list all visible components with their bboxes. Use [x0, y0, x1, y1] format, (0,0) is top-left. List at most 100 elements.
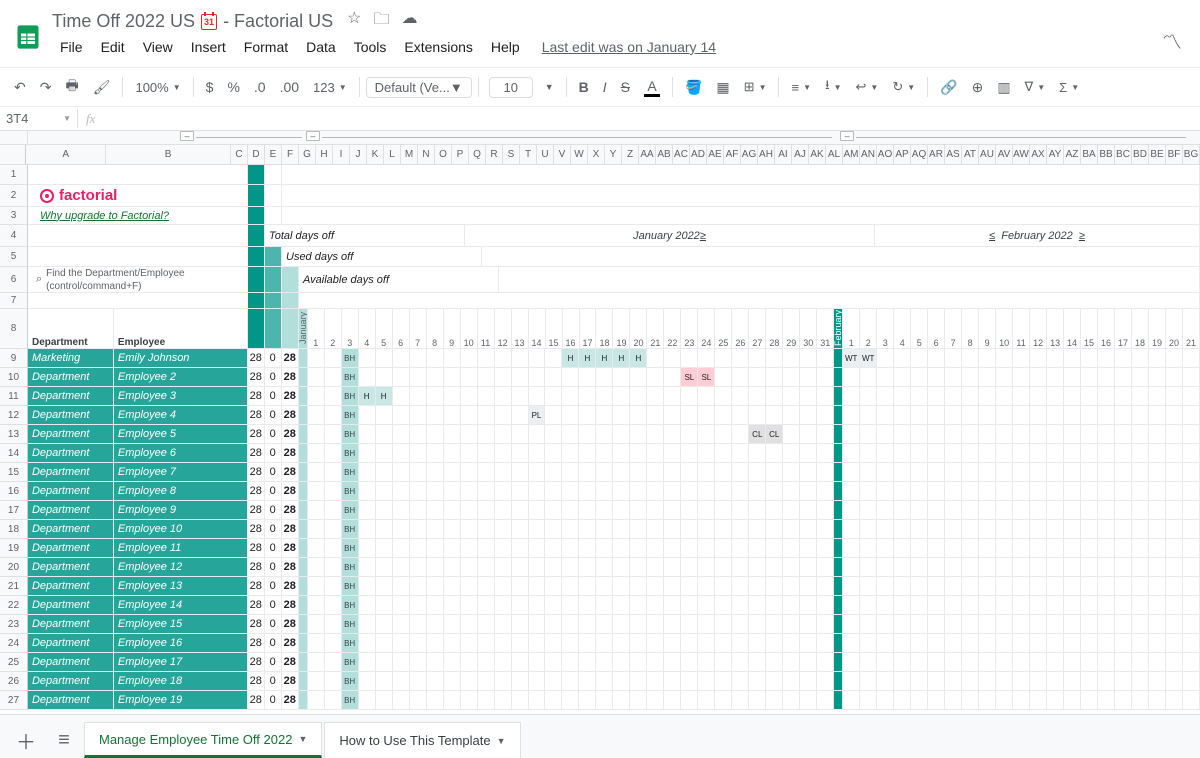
dept-cell[interactable]: Department — [28, 577, 114, 596]
col-BE[interactable]: BE — [1149, 145, 1166, 164]
col-Q[interactable]: Q — [469, 145, 486, 164]
row-header[interactable]: 8 — [0, 309, 28, 349]
col-P[interactable]: P — [452, 145, 469, 164]
italic-button[interactable]: I — [597, 75, 613, 99]
col-AU[interactable]: AU — [979, 145, 996, 164]
formula-input[interactable] — [103, 107, 1200, 130]
col-I[interactable]: I — [333, 145, 350, 164]
col-J[interactable]: J — [350, 145, 367, 164]
dept-cell[interactable]: Department — [28, 406, 114, 425]
dept-cell[interactable]: Department — [28, 539, 114, 558]
dept-cell[interactable]: Department — [28, 672, 114, 691]
month-february-nav[interactable]: ≤ February 2022 ≥ — [875, 225, 1200, 247]
col-C[interactable]: C — [231, 145, 248, 164]
spreadsheet-grid[interactable]: – – – A B CDEFGHIJKLMNOPQRSTUVWXYZAAABAC… — [0, 131, 1200, 731]
row-header[interactable]: 7 — [0, 293, 28, 309]
functions-button[interactable]: Σ▼ — [1053, 76, 1085, 99]
employee-cell[interactable]: Employee 12 — [114, 558, 248, 577]
dept-cell[interactable]: Department — [28, 691, 114, 710]
row-header[interactable]: 10 — [0, 368, 28, 387]
col-AI[interactable]: AI — [775, 145, 792, 164]
menu-extensions[interactable]: Extensions — [396, 35, 480, 59]
col-R[interactable]: R — [486, 145, 503, 164]
comment-button[interactable]: ⊕ — [966, 75, 990, 100]
col-AA[interactable]: AA — [639, 145, 656, 164]
employee-cell[interactable]: Employee 13 — [114, 577, 248, 596]
group-toggle-2[interactable]: – — [306, 131, 320, 141]
col-F[interactable]: F — [282, 145, 299, 164]
col-AD[interactable]: AD — [690, 145, 707, 164]
col-A[interactable]: A — [26, 145, 106, 164]
redo-button[interactable]: ↷ — [34, 75, 58, 100]
col-AL[interactable]: AL — [826, 145, 843, 164]
col-BG[interactable]: BG — [1183, 145, 1200, 164]
col-AN[interactable]: AN — [860, 145, 877, 164]
merge-button[interactable]: ⊞▼ — [738, 75, 773, 99]
row-header[interactable]: 24 — [0, 634, 28, 653]
employee-cell[interactable]: Employee 8 — [114, 482, 248, 501]
dept-cell[interactable]: Department — [28, 425, 114, 444]
add-sheet-button[interactable]: ＋ — [8, 722, 44, 758]
row-header[interactable]: 1 — [0, 165, 28, 185]
row-header[interactable]: 11 — [0, 387, 28, 406]
employee-cell[interactable]: Employee 2 — [114, 368, 248, 387]
row-header[interactable]: 13 — [0, 425, 28, 444]
col-AM[interactable]: AM — [843, 145, 860, 164]
strike-button[interactable]: S — [615, 75, 636, 99]
row-header[interactable]: 20 — [0, 558, 28, 577]
doc-title[interactable]: Time Off 2022 US — [52, 11, 195, 32]
name-box[interactable]: 3T4▼ — [0, 109, 78, 128]
col-B[interactable]: B — [106, 145, 231, 164]
row-header[interactable]: 3 — [0, 207, 28, 225]
col-Y[interactable]: Y — [605, 145, 622, 164]
col-N[interactable]: N — [418, 145, 435, 164]
col-U[interactable]: U — [537, 145, 554, 164]
v-align-button[interactable]: ⭳▼ — [819, 72, 847, 102]
col-AK[interactable]: AK — [809, 145, 826, 164]
row-header[interactable]: 25 — [0, 653, 28, 672]
menu-help[interactable]: Help — [483, 35, 528, 59]
col-D[interactable]: D — [248, 145, 265, 164]
dept-cell[interactable]: Department — [28, 653, 114, 672]
employee-cell[interactable]: Employee 3 — [114, 387, 248, 406]
menu-insert[interactable]: Insert — [183, 35, 234, 59]
employee-cell[interactable]: Employee 15 — [114, 615, 248, 634]
zoom-dropdown[interactable]: 100%▼ — [129, 76, 186, 99]
dept-cell[interactable]: Department — [28, 615, 114, 634]
col-T[interactable]: T — [520, 145, 537, 164]
col-M[interactable]: M — [401, 145, 418, 164]
group-toggle-3[interactable]: – — [840, 131, 854, 141]
col-H[interactable]: H — [316, 145, 333, 164]
last-edit-link[interactable]: Last edit was on January 14 — [542, 39, 716, 55]
col-BD[interactable]: BD — [1132, 145, 1149, 164]
group-toggle-1[interactable]: – — [180, 131, 194, 141]
link-button[interactable]: 🔗 — [934, 75, 963, 100]
col-X[interactable]: X — [588, 145, 605, 164]
row-header[interactable]: 19 — [0, 539, 28, 558]
col-E[interactable]: E — [265, 145, 282, 164]
employee-cell[interactable]: Employee 10 — [114, 520, 248, 539]
explore-trend-icon[interactable]: 〽 — [1162, 26, 1182, 55]
paint-format-button[interactable]: 🖌 — [87, 75, 117, 100]
menu-edit[interactable]: Edit — [93, 35, 133, 59]
month-january-nav[interactable]: January 2022 ≥ — [465, 225, 875, 247]
wrap-button[interactable]: ↩▼ — [849, 75, 884, 99]
col-AY[interactable]: AY — [1047, 145, 1064, 164]
col-AO[interactable]: AO — [877, 145, 894, 164]
col-AR[interactable]: AR — [928, 145, 945, 164]
row-header[interactable]: 27 — [0, 691, 28, 710]
employee-cell[interactable]: Employee 11 — [114, 539, 248, 558]
filter-button[interactable]: ∇▼ — [1019, 75, 1052, 99]
number-format-dropdown[interactable]: 123▼ — [307, 76, 353, 99]
employee-cell[interactable]: Employee 18 — [114, 672, 248, 691]
col-BC[interactable]: BC — [1115, 145, 1132, 164]
h-align-button[interactable]: ≡▼ — [785, 76, 817, 99]
col-BF[interactable]: BF — [1166, 145, 1183, 164]
dept-cell[interactable]: Department — [28, 596, 114, 615]
sheet-tab-active[interactable]: Manage Employee Time Off 2022▼ — [84, 722, 322, 758]
percent-button[interactable]: % — [221, 75, 245, 99]
bold-button[interactable]: B — [573, 75, 595, 99]
employee-cell[interactable]: Employee 19 — [114, 691, 248, 710]
row-header[interactable]: 15 — [0, 463, 28, 482]
row-header[interactable]: 12 — [0, 406, 28, 425]
